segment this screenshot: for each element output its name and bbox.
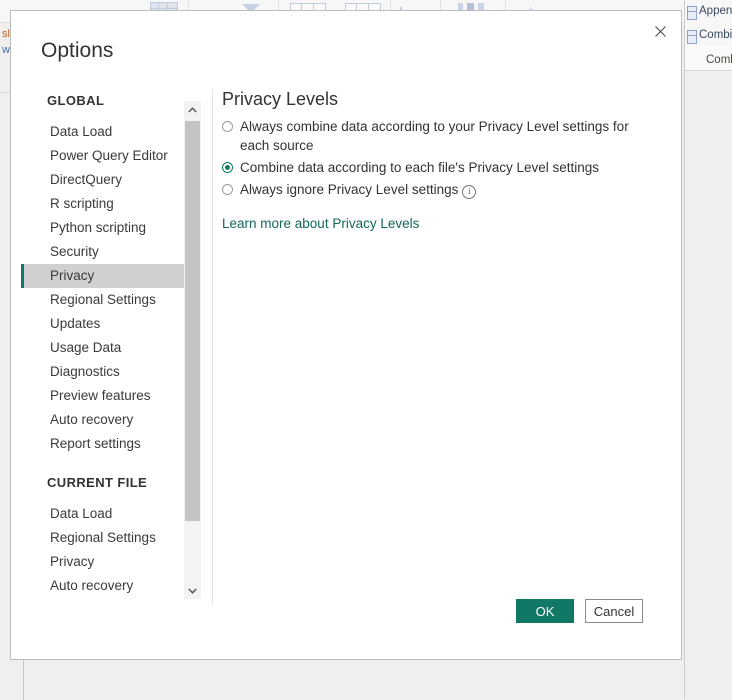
privacy-option-2[interactable]: Combine data according to each file's Pr…	[222, 158, 662, 177]
combine-queries-icon	[687, 30, 697, 44]
sidebar-item-python-scripting[interactable]: Python scripting	[21, 216, 201, 240]
sidebar-item-security[interactable]: Security	[21, 240, 201, 264]
ok-button[interactable]: OK	[516, 599, 574, 623]
close-icon[interactable]	[645, 17, 675, 45]
sidebar-content-divider	[212, 89, 213, 604]
scroll-down-icon[interactable]	[184, 582, 201, 599]
background-append-label[interactable]: Append	[699, 5, 732, 17]
privacy-option-label: Always ignore Privacy Level settings	[240, 182, 459, 197]
radio-button-icon[interactable]	[222, 184, 233, 195]
scroll-up-icon[interactable]	[184, 101, 201, 118]
privacy-option-1[interactable]: Always combine data according to your Pr…	[222, 117, 662, 155]
radio-button-icon[interactable]	[222, 121, 233, 132]
sidebar-item-usage-data[interactable]: Usage Data	[21, 336, 201, 360]
sidebar-item-data-load[interactable]: Data Load	[21, 120, 201, 144]
content-title: Privacy Levels	[222, 89, 339, 109]
options-sidebar[interactable]: GLOBAL Data Load Power Query Editor DirectQ…	[21, 89, 201, 604]
sidebar-item-auto-recovery[interactable]: Auto recovery	[21, 408, 201, 432]
sidebar-item-r-scripting[interactable]: R scripting	[21, 192, 201, 216]
info-icon[interactable]: i	[462, 184, 477, 199]
privacy-option-label: Combine data according to each file's Pr…	[240, 160, 600, 175]
sidebar-item-directquery[interactable]: DirectQuery	[21, 168, 201, 192]
privacy-option-3[interactable]: Always ignore Privacy Level settings i	[222, 180, 662, 199]
sidebar-item-preview-features[interactable]: Preview features	[21, 384, 201, 408]
radio-button-icon[interactable]	[222, 162, 233, 173]
learn-more-link[interactable]: Learn more about Privacy Levels	[222, 216, 419, 231]
options-dialog: Options GLOBAL Data Load Power Query Edito…	[10, 10, 682, 660]
privacy-option-label: Always combine data according to your Pr…	[240, 119, 629, 153]
sidebar-item-data-load[interactable]: Data Load	[21, 502, 201, 526]
append-queries-icon	[687, 6, 697, 20]
page-title: Options	[41, 39, 114, 62]
background-fragment-left-2: w	[2, 44, 10, 56]
sidebar-scrollbar[interactable]	[184, 101, 201, 599]
dialog-footer: OK Cancel	[516, 599, 643, 623]
sidebar-item-report-settings[interactable]: Report settings	[21, 432, 201, 456]
options-content-pane: Privacy Levels Always combine data accor…	[222, 89, 662, 233]
background-right-divider	[684, 0, 685, 699]
sidebar-item-power-query-editor[interactable]: Power Query Editor	[21, 144, 201, 168]
sidebar-item-regional-settings[interactable]: Regional Settings	[21, 526, 201, 550]
cancel-button[interactable]: Cancel	[585, 599, 643, 623]
sidebar-group-heading: GLOBAL	[47, 93, 105, 108]
sidebar-item-regional-settings[interactable]: Regional Settings	[21, 288, 201, 312]
sidebar-item-privacy[interactable]: Privacy	[21, 264, 201, 288]
sidebar-item-privacy[interactable]: Privacy	[21, 550, 201, 574]
scrollbar-thumb[interactable]	[185, 121, 200, 521]
privacy-levels-radio-group[interactable]: Always combine data according to your Pr…	[222, 117, 662, 199]
privacy-option-label-wrap: Always combine data according to your Pr…	[240, 117, 630, 155]
privacy-option-label-wrap: Combine data according to each file's Pr…	[240, 158, 599, 177]
background-combine-group-label: Comb	[706, 54, 732, 66]
sidebar-item-diagnostics[interactable]: Diagnostics	[21, 360, 201, 384]
background-right-pane	[684, 22, 732, 699]
privacy-option-label-wrap: Always ignore Privacy Level settings i	[240, 180, 477, 199]
sidebar-group-heading: CURRENT FILE	[47, 475, 148, 490]
background-fragment-left-1: sl	[2, 28, 10, 40]
background-combine-label[interactable]: Combin	[699, 29, 732, 41]
sidebar-item-auto-recovery[interactable]: Auto recovery	[21, 574, 201, 598]
sidebar-item-updates[interactable]: Updates	[21, 312, 201, 336]
